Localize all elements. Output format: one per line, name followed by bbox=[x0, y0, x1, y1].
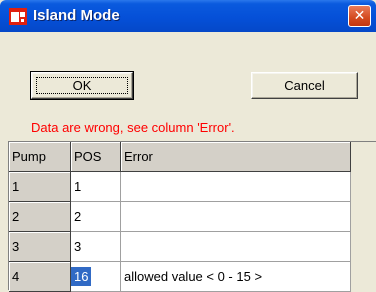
pos-cell-selected[interactable]: 16 bbox=[71, 262, 121, 292]
column-header-pos[interactable]: POS bbox=[71, 142, 121, 172]
column-header-error[interactable]: Error bbox=[121, 142, 351, 172]
row-header-pump[interactable]: 4 bbox=[9, 262, 71, 292]
error-cell[interactable] bbox=[121, 232, 351, 262]
column-header-pump[interactable]: Pump bbox=[9, 142, 71, 172]
cancel-button[interactable]: Cancel bbox=[251, 72, 358, 99]
error-message: Data are wrong, see column 'Error'. bbox=[31, 120, 235, 135]
error-cell[interactable] bbox=[121, 172, 351, 202]
pos-cell[interactable]: 2 bbox=[71, 202, 121, 232]
row-header-pump[interactable]: 1 bbox=[9, 172, 71, 202]
cancel-button-label: Cancel bbox=[284, 78, 325, 93]
error-cell[interactable] bbox=[121, 202, 351, 232]
ok-button-label: OK bbox=[72, 78, 92, 93]
row-header-pump[interactable]: 2 bbox=[9, 202, 71, 232]
pos-cell[interactable]: 1 bbox=[71, 172, 121, 202]
app-icon bbox=[9, 8, 27, 25]
error-cell[interactable]: allowed value < 0 - 15 > bbox=[121, 262, 351, 292]
close-icon: ✕ bbox=[353, 8, 366, 24]
row-header-pump[interactable]: 3 bbox=[9, 232, 71, 262]
island-mode-dialog: Island Mode ✕ OK Cancel Data are wrong, … bbox=[0, 0, 376, 292]
pos-cell[interactable]: 3 bbox=[71, 232, 121, 262]
close-button[interactable]: ✕ bbox=[348, 5, 371, 27]
data-grid[interactable]: Pump POS Error 1 1 2 2 3 3 4 16 allowed … bbox=[8, 141, 376, 292]
title-bar[interactable]: Island Mode ✕ bbox=[0, 0, 376, 32]
selected-value: 16 bbox=[71, 267, 92, 286]
ok-button[interactable]: OK bbox=[30, 71, 134, 100]
window-title: Island Mode bbox=[33, 7, 120, 24]
